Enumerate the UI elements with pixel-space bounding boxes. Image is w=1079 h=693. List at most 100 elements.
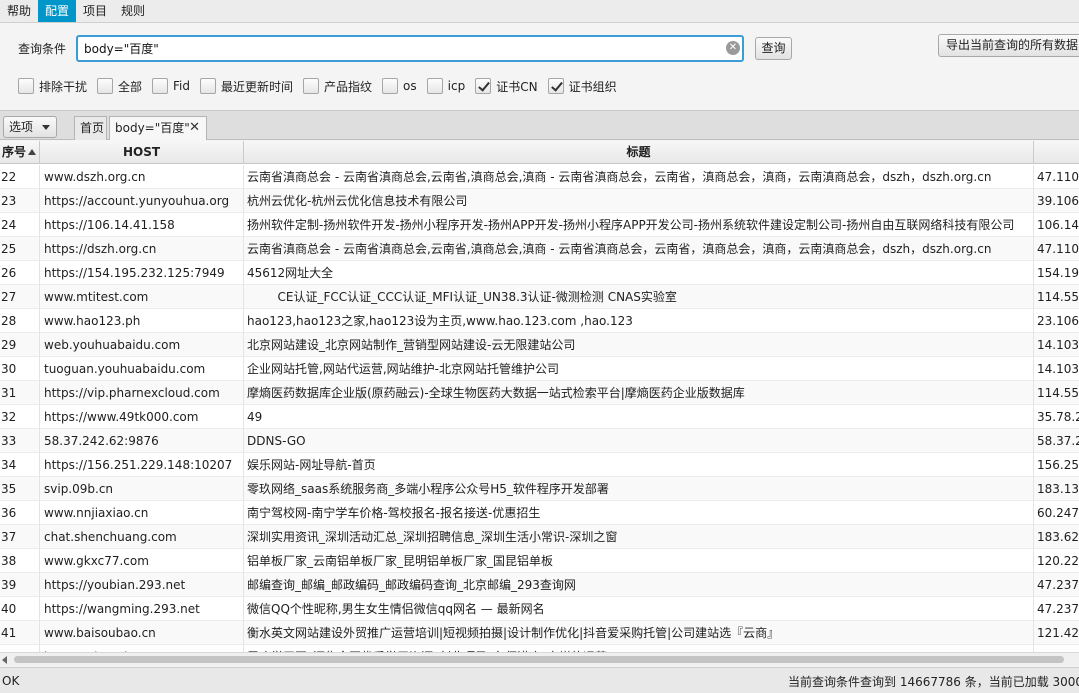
cell-title: 云南省滇商总会 - 云南省滇商总会,云南省,滇商总会,滇商 - 云南省滇商总会，… xyxy=(244,165,1034,189)
cell-seq: 25 xyxy=(0,237,40,261)
table-row[interactable]: 34 https://156.251.229.148:10207 娱乐网站-网址导航… xyxy=(0,453,1079,477)
menu-bar: 帮助 配置 项目 规则 xyxy=(0,0,1079,23)
scroll-left-icon[interactable] xyxy=(2,656,7,664)
close-icon[interactable]: ✕ xyxy=(189,117,200,139)
table-row[interactable]: 38 www.gkxc77.com 铝单板厂家_云南铝单板厂家_昆明铝单板厂家_国昆… xyxy=(0,549,1079,573)
cell-seq: 29 xyxy=(0,333,40,357)
filter-checkbox-5[interactable]: os xyxy=(382,78,417,94)
column-header-seq[interactable]: 序号 xyxy=(0,141,40,164)
cell-ip: 47.110. xyxy=(1037,242,1079,256)
checkbox-unchecked-icon[interactable] xyxy=(382,78,399,94)
table-row[interactable]: 33 58.37.242.62:9876 DDNS-GO 58.37.2 xyxy=(0,429,1079,453)
cell-seq: 28 xyxy=(0,309,40,333)
checkbox-unchecked-icon[interactable] xyxy=(303,78,320,94)
filter-checkbox-1[interactable]: 全部 xyxy=(97,78,142,95)
table-row[interactable]: 30 tuoguan.youhuabaidu.com 企业网站托管,网站代运营,网站… xyxy=(0,357,1079,381)
cell-title: 零玖网络_saas系统服务商_多端小程序公众号H5_软件程序开发部署 xyxy=(244,477,1034,501)
cell-title: 云南省滇商总会 - 云南省滇商总会,云南省,滇商总会,滇商 - 云南省滇商总会，… xyxy=(244,237,1034,261)
horizontal-scrollbar[interactable] xyxy=(0,652,1079,666)
filter-checkbox-4[interactable]: 产品指纹 xyxy=(303,78,372,95)
table-row[interactable]: 35 svip.09b.cn 零玖网络_saas系统服务商_多端小程序公众号H5_软… xyxy=(0,477,1079,501)
table-row[interactable]: 40 https://wangming.293.net 微信QQ个性昵称,男生女生情… xyxy=(0,597,1079,621)
menu-rules[interactable]: 规则 xyxy=(114,0,152,22)
cell-title: DDNS-GO xyxy=(244,429,1034,453)
table-row[interactable]: 29 web.youhuabaidu.com 北京网站建设_北京网站制作_营销型网站… xyxy=(0,333,1079,357)
clear-icon[interactable]: ✕ xyxy=(726,41,740,55)
menu-project[interactable]: 项目 xyxy=(76,0,114,22)
cell-host: www.hao123.ph xyxy=(40,309,244,333)
cell-host: https://vip.09b.cn xyxy=(40,645,244,652)
table-row[interactable]: 25 https://dszh.org.cn 云南省滇商总会 - 云南省滇商总会,云… xyxy=(0,237,1079,261)
checkbox-unchecked-icon[interactable] xyxy=(152,78,169,94)
table-row[interactable]: 24 https://106.14.41.158 扬州软件定制-扬州软件开发-扬州小… xyxy=(0,213,1079,237)
cell-host: www.dszh.org.cn xyxy=(40,165,244,189)
cell-ip: 114.55. xyxy=(1037,386,1079,400)
column-header-title[interactable]: 标题 xyxy=(244,141,1034,164)
cell-seq: 32 xyxy=(0,405,40,429)
filter-checkbox-2[interactable]: Fid xyxy=(152,78,190,94)
checkbox-checked-icon[interactable] xyxy=(547,78,564,94)
checkbox-unchecked-icon[interactable] xyxy=(18,78,34,94)
export-all-button[interactable]: 导出当前查询的所有数据 xyxy=(938,34,1079,57)
status-text: OK xyxy=(2,674,20,688)
menu-help[interactable]: 帮助 xyxy=(0,0,38,22)
options-dropdown[interactable]: 选项 xyxy=(3,116,57,138)
cell-title: 娱乐网站-网址导航-首页 xyxy=(244,453,1034,477)
cell-title: 微信QQ个性昵称,男生女生情侣微信qq网名 — 最新网名 xyxy=(244,597,1034,621)
cell-ip: 47.237. xyxy=(1037,578,1079,592)
checkbox-unchecked-icon[interactable] xyxy=(200,78,217,94)
cell-title: 杭州云优化-杭州云优化信息技术有限公司 xyxy=(244,189,1034,213)
menu-config[interactable]: 配置 xyxy=(38,0,77,22)
cell-ip: 58.37.2 xyxy=(1037,434,1079,448)
table-row[interactable]: 41 www.baisoubao.cn 衡水英文网站建设外贸推广运营培训|短视频拍摄… xyxy=(0,621,1079,645)
status-bar: OK 当前查询条件查询到 14667786 条，当前已加载 3000 xyxy=(0,667,1079,693)
cell-seq: 30 xyxy=(0,357,40,381)
table-row[interactable]: 23 https://account.yunyouhua.org 杭州云优化-杭州云… xyxy=(0,189,1079,213)
table-row[interactable]: 32 https://www.49tk000.com 49 35.78.2 xyxy=(0,405,1079,429)
cell-host: www.mtitest.com xyxy=(40,285,244,309)
filter-checkbox-3[interactable]: 最近更新时间 xyxy=(200,78,293,95)
checkbox-unchecked-icon[interactable] xyxy=(426,78,443,94)
tab-home[interactable]: 首页 xyxy=(74,116,107,140)
cell-host: https://youbian.293.net xyxy=(40,573,244,597)
table-row[interactable]: 27 www.mtitest.com CE认证_FCC认证_CCC认证_MFI认证… xyxy=(0,285,1079,309)
filter-checkbox-7[interactable]: 证书CN xyxy=(475,78,538,95)
cell-title: 摩熵医药数据库企业版(原药融云)-全球生物医药大数据一站式检索平台|摩熵医药企业… xyxy=(244,381,1034,405)
table-row[interactable]: 36 www.nnjiaxiao.cn 南宁驾校网-南宁学车价格-驾校报名-报名接送… xyxy=(0,501,1079,525)
table-row[interactable]: 39 https://youbian.293.net 邮编查询_邮编_邮政编码_邮政… xyxy=(0,573,1079,597)
cell-seq: 37 xyxy=(0,525,40,549)
cell-seq: 38 xyxy=(0,549,40,573)
cell-title: 南宁驾校网-南宁学车价格-驾校报名-报名接送-优惠招生 xyxy=(244,501,1034,525)
filter-checkbox-6[interactable]: icp xyxy=(426,78,465,94)
filter-checkbox-8[interactable]: 证书组织 xyxy=(547,78,617,95)
cell-title: 零玖学习网_汇集全网优质学习资源_创业项目_名师讲座_自媒体运营 xyxy=(244,645,1034,652)
checkbox-unchecked-icon[interactable] xyxy=(97,78,114,94)
cell-ip: 156.251 xyxy=(1037,458,1079,472)
cell-seq: 24 xyxy=(0,213,40,237)
column-header-ip[interactable] xyxy=(1034,141,1079,164)
filter-label: 全部 xyxy=(118,79,143,94)
table-row[interactable]: 42https://vip.09b.cn零玖学习网_汇集全网优质学习资源_创业项… xyxy=(0,645,1079,652)
checkbox-checked-icon[interactable] xyxy=(475,78,492,94)
table-row[interactable]: 37 chat.shenchuang.com 深圳实用资讯_深圳活动汇总_深圳招聘信… xyxy=(0,525,1079,549)
filter-checkbox-0[interactable]: 排除干扰 xyxy=(18,78,87,95)
filter-label: 证书组织 xyxy=(568,79,617,94)
cell-ip: 120.226 xyxy=(1037,554,1079,568)
column-header-host[interactable]: HOST xyxy=(40,141,244,164)
table-row[interactable]: 31 https://vip.pharnexcloud.com 摩熵医药数据库企业版… xyxy=(0,381,1079,405)
table-row[interactable]: 28 www.hao123.ph hao123,hao123之家,hao123设为主… xyxy=(0,309,1079,333)
query-input[interactable] xyxy=(76,35,744,62)
table-row[interactable]: 22 www.dszh.org.cn 云南省滇商总会 - 云南省滇商总会,云南省,滇… xyxy=(0,165,1079,189)
options-label: 选项 xyxy=(9,120,34,134)
scrollbar-thumb[interactable] xyxy=(14,656,1064,663)
cell-host: www.nnjiaxiao.cn xyxy=(40,501,244,525)
table-row[interactable]: 26 https://154.195.232.125:7949 45612网址大全 1… xyxy=(0,261,1079,285)
filter-label: 产品指纹 xyxy=(324,79,373,94)
cell-title: 邮编查询_邮编_邮政编码_邮政编码查询_北京邮编_293查询网 xyxy=(244,573,1034,597)
cell-ip: 14.103. xyxy=(1037,362,1079,376)
tab-query[interactable]: body="百度" ✕ xyxy=(109,116,207,140)
query-button[interactable]: 查询 xyxy=(755,37,792,60)
cell-ip: 183.136 xyxy=(1034,645,1079,652)
cell-title: 深圳实用资讯_深圳活动汇总_深圳招聘信息_深圳生活小常识-深圳之窗 xyxy=(244,525,1034,549)
cell-seq: 23 xyxy=(0,189,40,213)
